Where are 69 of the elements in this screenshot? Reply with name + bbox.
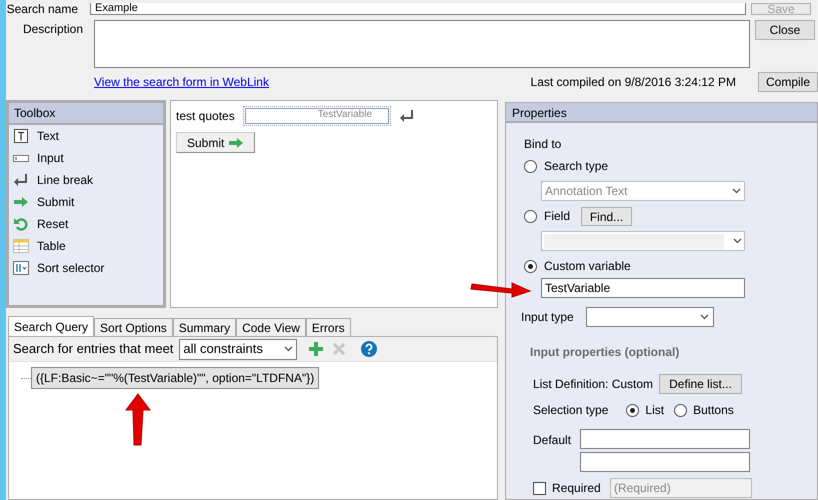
radio-button[interactable] (524, 260, 537, 272)
toolbox-item[interactable]: Sort selector (13, 260, 159, 276)
define-list-button[interactable]: Define list... (659, 374, 742, 394)
query-label: Search for entries that meet (13, 340, 174, 358)
toolbox-item[interactable]: Input (13, 150, 159, 166)
match-dropdown[interactable]: all constraints (179, 338, 298, 360)
field-dropdown[interactable] (541, 231, 745, 251)
tab[interactable]: Sort Options (94, 318, 173, 336)
right-arrow-icon (228, 136, 244, 150)
submit-button[interactable]: Submit (176, 132, 256, 153)
form-input-field[interactable]: TestVariable (244, 108, 389, 124)
add-icon[interactable] (309, 342, 324, 356)
chevron-down-icon (733, 238, 742, 244)
field-label: Search name (6, 3, 79, 15)
radio-label: List (645, 402, 664, 419)
text-icon (13, 129, 29, 143)
radio-label: Buttons (693, 402, 734, 419)
list-definition-text: List Definition: Custom (533, 376, 654, 393)
radio-label: Custom variable (544, 258, 631, 275)
toolbox-item[interactable]: Reset (13, 216, 159, 232)
last-compiled-text: Last compiled on 9/8/2016 3:24:12 PM (530, 74, 736, 91)
input-type-dropdown[interactable] (586, 307, 714, 327)
annotation-arrow-drawing (125, 393, 151, 447)
reset-icon (13, 217, 29, 231)
return-arrow-icon (13, 173, 29, 187)
sort-selector-icon (13, 261, 29, 275)
custom-variable-field[interactable]: TestVariable (541, 278, 745, 298)
chevron-down-icon (732, 188, 741, 194)
radio-label: Field (544, 208, 570, 225)
table-icon (13, 239, 29, 253)
bind-label: Bind to (524, 136, 562, 151)
form-label: test quotes (176, 108, 235, 125)
return-arrow-icon (398, 109, 415, 123)
query-expression[interactable]: ({LF:Basic~=""%(TestVariable)"", option="LTDFNA"}) (31, 367, 320, 389)
field-label: Description (22, 22, 84, 36)
weblink-link[interactable]: View the search form in WebLink (94, 73, 269, 91)
default-field[interactable] (580, 452, 750, 472)
toolbox-item[interactable]: Line break (13, 172, 159, 188)
section-title: Input properties (optional) (530, 344, 680, 361)
toolbox-item[interactable]: Text (13, 128, 159, 144)
help-icon[interactable] (361, 341, 378, 357)
find-button[interactable]: Find... (581, 206, 632, 226)
search-type-dropdown[interactable]: Annotation Text (541, 181, 745, 201)
close-button[interactable]: Close (755, 20, 815, 40)
tab[interactable]: Code View (236, 318, 306, 336)
radio-label: Search type (544, 158, 608, 175)
toolbox-item[interactable]: Submit (13, 194, 159, 210)
panel-title: Properties (506, 103, 817, 123)
compile-button[interactable]: Compile (758, 72, 818, 92)
selection-type-label: Selection type (533, 402, 608, 419)
chevron-down-icon (284, 346, 294, 352)
radio-button[interactable] (524, 210, 537, 222)
tab[interactable]: Summary (172, 318, 236, 336)
tab[interactable]: Errors (306, 318, 351, 336)
radio-button[interactable] (524, 160, 537, 172)
chevron-down-icon (700, 314, 709, 320)
tab[interactable]: Search Query (8, 316, 94, 336)
search-name-field[interactable]: Example (90, 3, 746, 15)
radio-button[interactable] (674, 404, 688, 416)
default-field[interactable] (580, 429, 750, 449)
toolbox-item[interactable]: Table (13, 238, 159, 254)
input-type-label: Input type (521, 309, 574, 326)
right-arrow-icon (13, 195, 29, 209)
description-field[interactable] (94, 20, 750, 68)
checkbox[interactable] (533, 482, 546, 494)
default-label: Default (533, 432, 572, 449)
panel-title: Toolbox (9, 103, 163, 123)
radio-button[interactable] (626, 404, 640, 416)
checkbox-label: Required (552, 480, 602, 497)
